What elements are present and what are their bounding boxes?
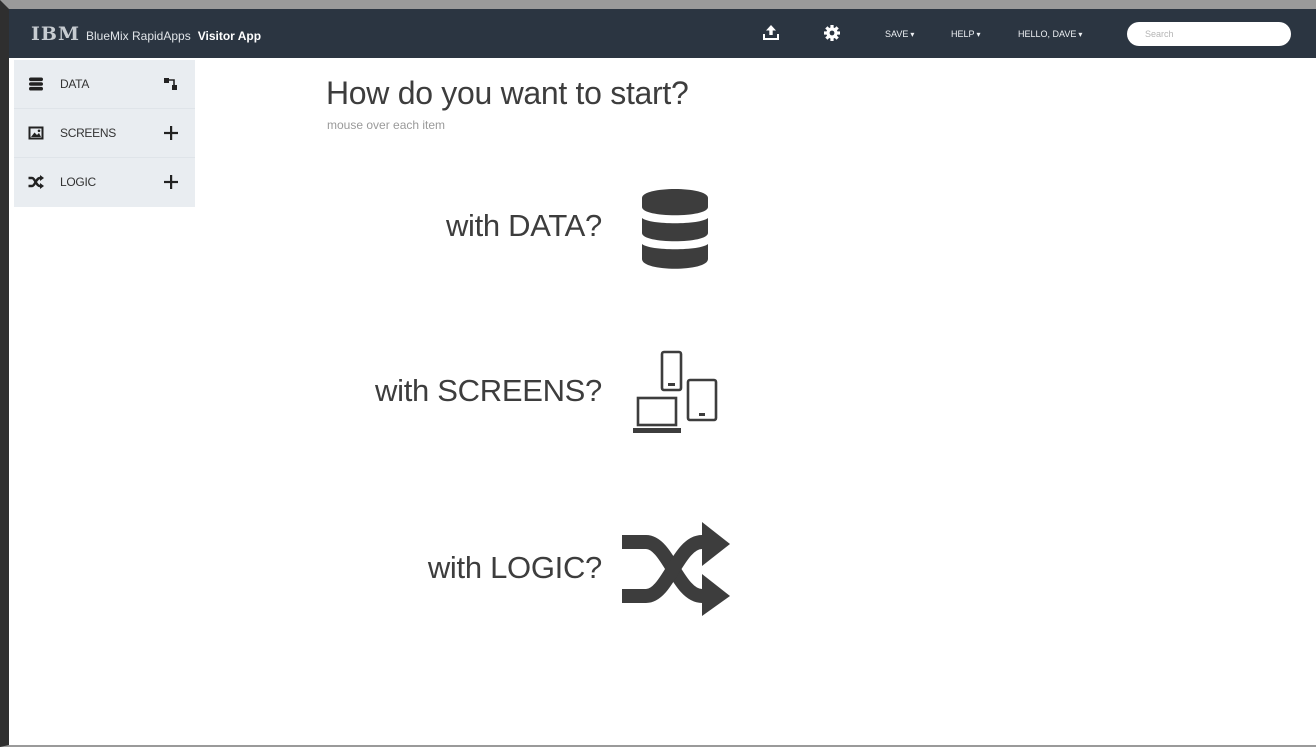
user-menu-label: HELLO, DAVE — [1018, 29, 1077, 39]
user-menu[interactable]: HELLO, DAVE ▾ — [1018, 29, 1082, 39]
page-subtitle: mouse over each item — [327, 118, 446, 132]
start-with-logic-option[interactable]: with LOGIC? — [380, 550, 602, 586]
save-menu-label: SAVE — [885, 29, 909, 39]
start-with-screens-option[interactable]: with SCREENS? — [330, 373, 602, 409]
shuffle-icon — [28, 175, 44, 189]
help-menu-label: HELP — [951, 29, 975, 39]
sidebar: DATA SCREENS LOGIC — [14, 60, 195, 207]
sidebar-item-logic[interactable]: LOGIC — [14, 158, 195, 207]
brand: IBM BlueMix RapidApps Visitor App — [31, 25, 261, 44]
shuffle-icon[interactable] — [620, 520, 732, 618]
chevron-down-icon: ▾ — [976, 30, 981, 39]
sidebar-item-data[interactable]: DATA — [14, 60, 195, 109]
help-menu[interactable]: HELP ▾ — [951, 29, 981, 39]
devices-icon[interactable] — [632, 350, 722, 436]
save-menu[interactable]: SAVE ▾ — [885, 29, 914, 39]
connect-icon[interactable] — [162, 75, 180, 93]
gear-icon[interactable] — [821, 22, 843, 44]
ibm-logo[interactable]: IBM — [31, 25, 80, 44]
start-with-data-option[interactable]: with DATA? — [380, 208, 602, 244]
sidebar-item-screens[interactable]: SCREENS — [14, 109, 195, 158]
page-title: How do you want to start? — [326, 75, 689, 111]
search-input[interactable] — [1127, 22, 1291, 46]
upload-icon[interactable] — [760, 22, 782, 44]
product-name: BlueMix RapidApps — [85, 29, 191, 43]
chevron-down-icon: ▾ — [1078, 30, 1083, 39]
sidebar-item-label: SCREENS — [60, 126, 116, 140]
database-icon[interactable] — [640, 188, 710, 270]
top-navigation-bar: IBM BlueMix RapidApps Visitor App SAVE ▾ … — [9, 9, 1316, 58]
sidebar-item-label: DATA — [60, 77, 90, 91]
image-icon — [28, 126, 44, 140]
sidebar-item-label: LOGIC — [60, 175, 96, 189]
chevron-down-icon: ▾ — [910, 30, 915, 39]
database-icon — [29, 77, 43, 91]
app-name[interactable]: Visitor App — [198, 29, 261, 43]
plus-icon[interactable] — [162, 173, 180, 191]
plus-icon[interactable] — [162, 124, 180, 142]
